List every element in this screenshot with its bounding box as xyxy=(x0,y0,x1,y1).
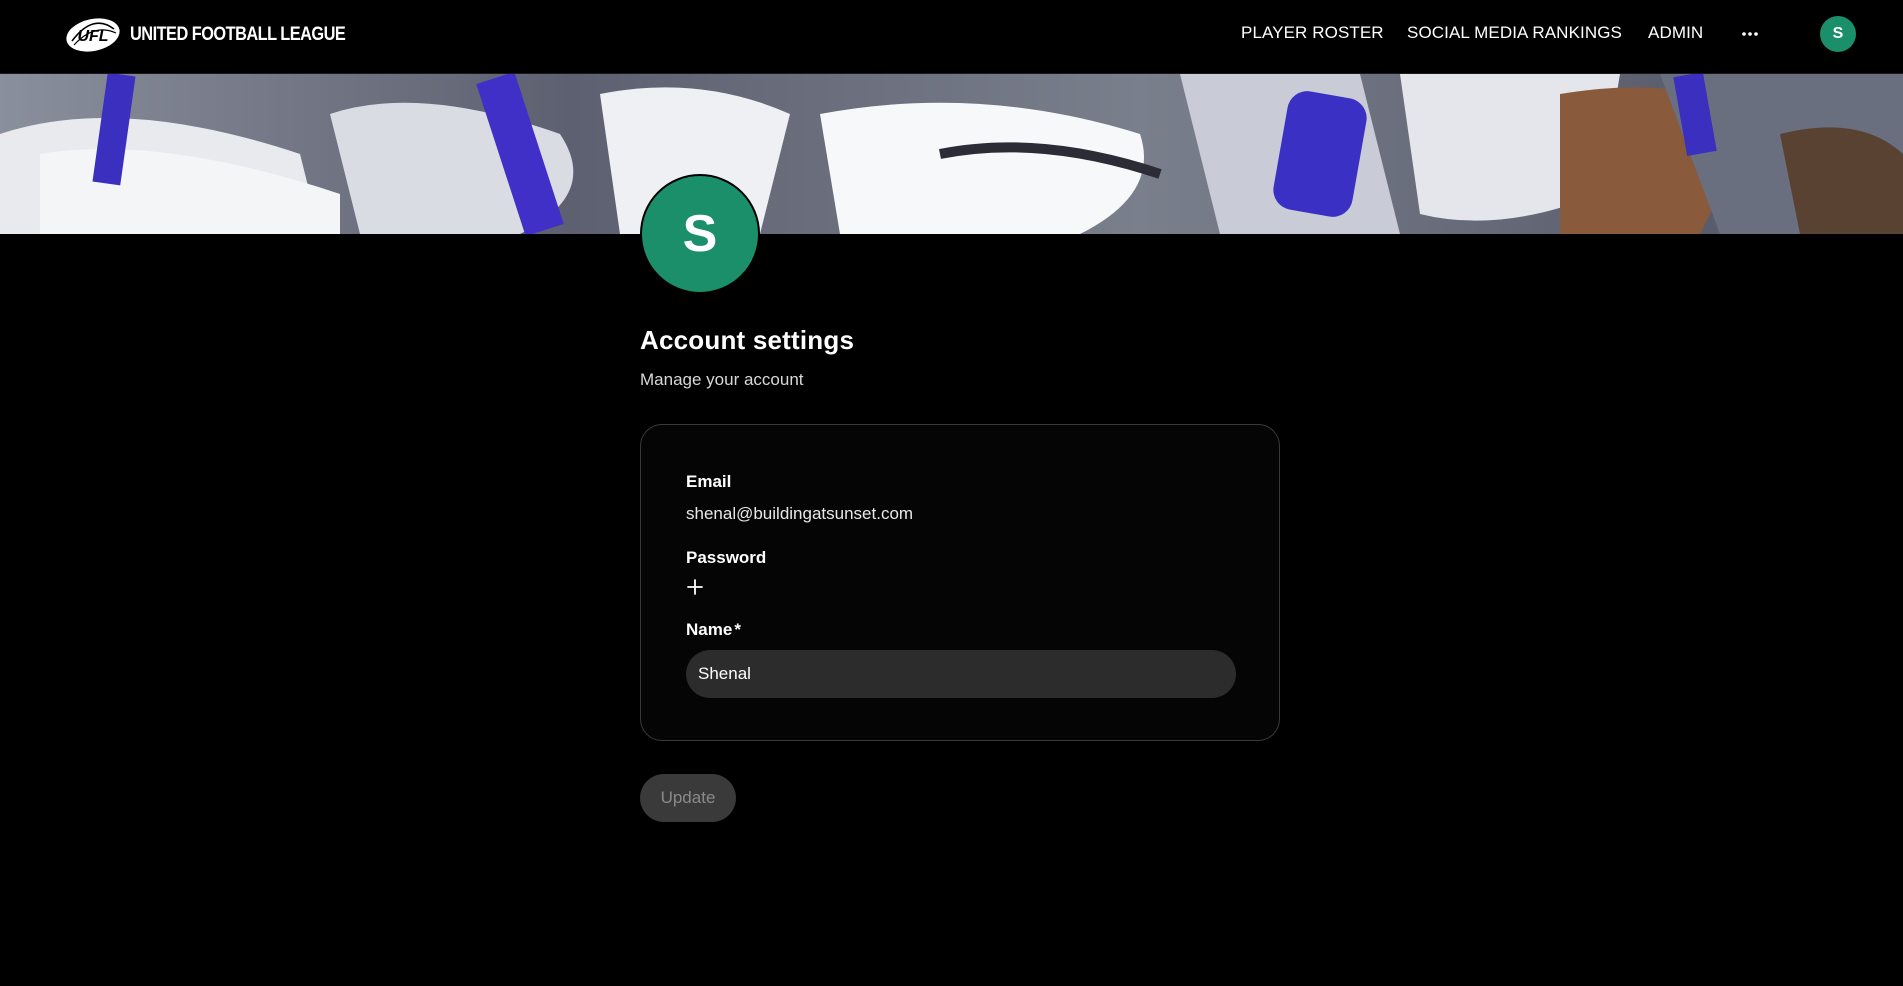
page-title: Account settings xyxy=(640,325,855,355)
name-label: Name * xyxy=(686,620,741,640)
name-input[interactable] xyxy=(686,650,1236,698)
football-logo-icon: UFL xyxy=(66,18,120,52)
ellipsis-icon xyxy=(1742,32,1758,36)
user-avatar-button[interactable]: S xyxy=(1820,16,1856,52)
add-password-button[interactable] xyxy=(685,577,705,597)
top-navigation-bar: UFL UNITED FOOTBALL LEAGUE PLAYER ROSTER… xyxy=(0,0,1903,74)
profile-banner-image xyxy=(0,74,1903,234)
email-value: shenal@buildingatsunset.com xyxy=(686,504,914,523)
password-label: Password xyxy=(686,548,767,567)
email-label: Email xyxy=(686,472,732,491)
nav-player-roster[interactable]: PLAYER ROSTER xyxy=(1241,23,1384,43)
page-subtitle: Manage your account xyxy=(640,370,804,389)
name-label-text: Name xyxy=(686,620,733,639)
brand-name: UNITED FOOTBALL LEAGUE xyxy=(130,24,346,45)
account-settings-card: Email shenal@buildingatsunset.com Passwo… xyxy=(640,424,1280,741)
update-button[interactable]: Update xyxy=(640,774,736,822)
nav-social-media-rankings[interactable]: SOCIAL MEDIA RANKINGS xyxy=(1407,23,1622,43)
ufl-logo[interactable]: UFL UNITED FOOTBALL LEAGUE xyxy=(64,15,380,55)
required-asterisk: * xyxy=(734,620,741,639)
banner-photo xyxy=(0,74,1903,234)
logo-mark-text: UFL xyxy=(77,28,108,45)
profile-avatar[interactable]: S xyxy=(640,174,760,294)
plus-icon xyxy=(687,579,703,595)
more-menu-button[interactable] xyxy=(1737,22,1763,46)
nav-admin[interactable]: ADMIN xyxy=(1648,23,1703,43)
